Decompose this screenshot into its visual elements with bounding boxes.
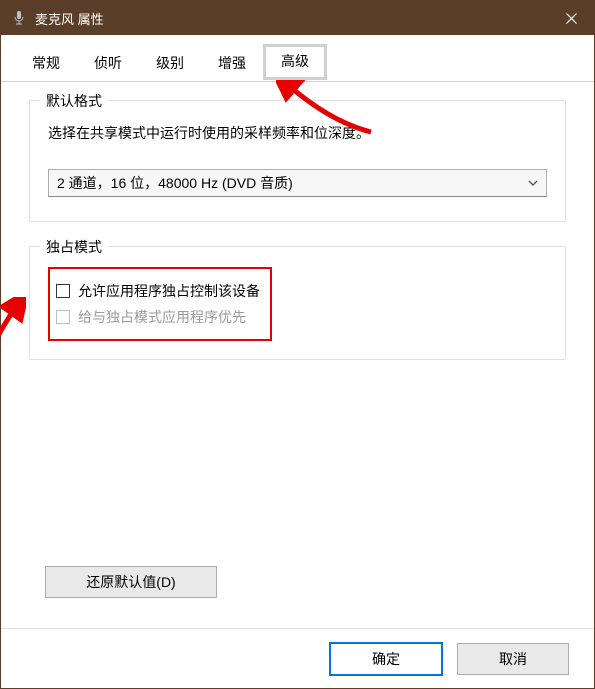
sample-format-select[interactable]: 2 通道，16 位，48000 Hz (DVD 音质) (48, 169, 547, 197)
group-title-exclusive: 独占模式 (40, 237, 108, 257)
ok-button[interactable]: 确定 (329, 642, 443, 676)
checkbox-allow-exclusive[interactable]: 允许应用程序独占控制该设备 (56, 281, 260, 301)
checkbox-icon (56, 310, 70, 324)
close-icon (566, 13, 577, 24)
restore-defaults-label: 还原默认值(D) (86, 572, 175, 592)
tab-enhance[interactable]: 增强 (201, 46, 263, 82)
checkbox-icon (56, 284, 70, 298)
group-default-format: 默认格式 选择在共享模式中运行时使用的采样频率和位深度。 2 通道，16 位，4… (29, 100, 566, 222)
tab-listen[interactable]: 侦听 (77, 46, 139, 82)
tab-panel-advanced: 默认格式 选择在共享模式中运行时使用的采样频率和位深度。 2 通道，16 位，4… (1, 82, 594, 628)
close-button[interactable] (548, 1, 594, 35)
cancel-button[interactable]: 取消 (457, 643, 569, 675)
restore-defaults-button[interactable]: 还原默认值(D) (45, 566, 217, 598)
dialog-footer: 确定 取消 (1, 628, 594, 688)
group-title-format: 默认格式 (40, 91, 108, 111)
window-title: 麦克风 属性 (35, 9, 548, 28)
tab-advanced[interactable]: 高级 (263, 44, 327, 80)
ok-button-label: 确定 (372, 649, 400, 669)
tab-general[interactable]: 常规 (15, 46, 77, 82)
titlebar: 麦克风 属性 (1, 1, 594, 35)
checkbox-exclusive-priority-label: 给与独占模式应用程序优先 (78, 307, 246, 327)
cancel-button-label: 取消 (499, 649, 527, 669)
tabs-strip: 常规 侦听 级别 增强 高级 (1, 35, 594, 82)
format-description: 选择在共享模式中运行时使用的采样频率和位深度。 (48, 123, 547, 143)
checkbox-allow-exclusive-label: 允许应用程序独占控制该设备 (78, 281, 260, 301)
checkbox-exclusive-priority: 给与独占模式应用程序优先 (56, 307, 260, 327)
annotation-box-checkboxes: 允许应用程序独占控制该设备 给与独占模式应用程序优先 (48, 267, 272, 341)
annotation-arrow-checkbox (0, 297, 26, 387)
group-exclusive-mode: 独占模式 允许应用程序独占控制该设备 给与独占模式应用程序优先 (29, 246, 566, 360)
sample-format-value: 2 通道，16 位，48000 Hz (DVD 音质) (57, 173, 293, 193)
dialog-window: 麦克风 属性 常规 侦听 级别 增强 高级 默认格式 选择在共享模式中运行时使用… (0, 0, 595, 689)
chevron-down-icon (528, 178, 538, 188)
microphone-icon (11, 10, 27, 26)
tab-levels[interactable]: 级别 (139, 46, 201, 82)
